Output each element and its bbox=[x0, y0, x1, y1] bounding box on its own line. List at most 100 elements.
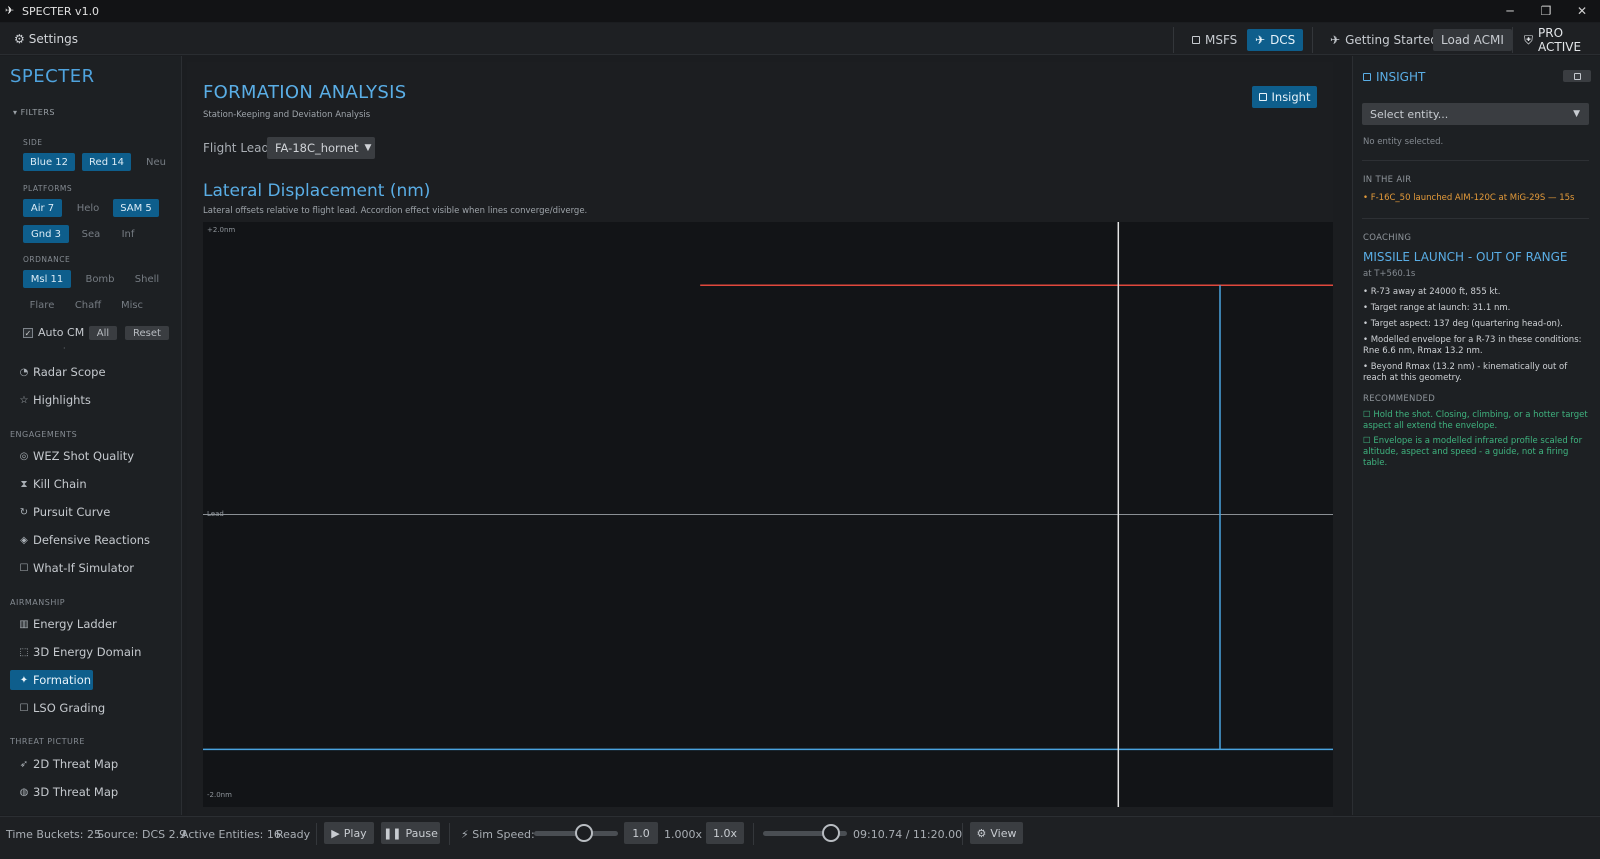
timeline-slider-handle[interactable] bbox=[822, 824, 841, 842]
play-button[interactable]: ▶ Play bbox=[324, 822, 374, 844]
nav-highlights[interactable]: ☆ Highlights bbox=[19, 390, 91, 410]
chip-side-neutral[interactable]: Neu bbox=[137, 153, 175, 171]
y-tick-lead: Lead bbox=[207, 510, 224, 518]
auto-cm-toggle[interactable]: ✓ Auto CM bbox=[23, 326, 84, 339]
sim-speed-text: Sim Speed: bbox=[472, 828, 535, 841]
flight-lead-value: FA-18C_hornet bbox=[275, 141, 359, 155]
sim-speed-slider-handle[interactable] bbox=[575, 824, 594, 842]
nav-label: Formation bbox=[33, 673, 92, 687]
chip-platform-helo[interactable]: Helo bbox=[68, 199, 108, 217]
nav-3d-energy-domain[interactable]: ⬚ 3D Energy Domain bbox=[19, 642, 141, 662]
square-icon: ☐ bbox=[19, 702, 29, 714]
nav-label: Radar Scope bbox=[33, 365, 106, 379]
chip-platform-sam[interactable]: SAM 5 bbox=[113, 199, 159, 217]
coaching-bullet: • Modelled envelope for a R-73 in these … bbox=[1363, 335, 1582, 356]
window-controls: ─ ❐ ✕ bbox=[1492, 0, 1600, 22]
hourglass-icon: ⧗ bbox=[20, 478, 28, 490]
brand-title: SPECTER bbox=[10, 66, 95, 87]
coaching-label: COACHING bbox=[1363, 233, 1412, 243]
nav-wez-shot-quality[interactable]: ◎ WEZ Shot Quality bbox=[19, 446, 134, 466]
speed-preset-button[interactable]: 1.0x bbox=[706, 822, 744, 844]
toolbar-divider bbox=[1512, 27, 1513, 53]
coaching-alert-time: at T+560.1s bbox=[1363, 269, 1416, 279]
select-all-button[interactable]: All bbox=[89, 326, 117, 340]
filters-label: FILTERS bbox=[20, 108, 55, 117]
lightning-icon: ⚡ bbox=[461, 828, 469, 841]
minimize-button[interactable]: ─ bbox=[1492, 0, 1528, 22]
settings-button[interactable]: ⚙ Settings bbox=[14, 32, 78, 46]
status-bar: Time Buckets: 25 Source: DCS 2.9 Active … bbox=[0, 816, 1600, 859]
load-acmi-button[interactable]: Load ACMI bbox=[1433, 29, 1512, 51]
play-icon: ▶ bbox=[331, 826, 340, 840]
chip-platform-inf[interactable]: Inf bbox=[113, 225, 143, 243]
view-button[interactable]: ⚙ View bbox=[970, 822, 1023, 844]
flight-lead-select[interactable]: FA-18C_hornet ▼ bbox=[267, 137, 375, 159]
nav-energy-ladder[interactable]: ▥ Energy Ladder bbox=[19, 614, 117, 634]
getting-started-button[interactable]: ✈ Getting Started bbox=[1322, 29, 1446, 51]
shield-icon: ◈ bbox=[20, 534, 28, 546]
insight-button[interactable]: Insight bbox=[1252, 86, 1317, 108]
status-divider bbox=[753, 823, 754, 845]
nav-radar-scope[interactable]: ◔ Radar Scope bbox=[19, 362, 106, 382]
close-button[interactable]: ✕ bbox=[1564, 0, 1600, 22]
chip-ordnance-missile[interactable]: Msl 11 bbox=[23, 270, 71, 288]
chip-ordnance-chaff[interactable]: Chaff bbox=[68, 296, 108, 314]
view-label: View bbox=[990, 826, 1017, 840]
chip-ordnance-misc[interactable]: Misc bbox=[113, 296, 151, 314]
nav-lso-grading[interactable]: ☐ LSO Grading bbox=[19, 698, 106, 718]
auto-cm-label: Auto CM bbox=[38, 326, 85, 339]
caret-down-icon: ▼ bbox=[1573, 109, 1580, 119]
chip-ordnance-flare[interactable]: Flare bbox=[23, 296, 61, 314]
main-content: FORMATION ANALYSIS Station-Keeping and D… bbox=[183, 56, 1351, 815]
engagements-section-label: ENGAGEMENTS bbox=[10, 430, 78, 439]
cube-icon: ⬚ bbox=[19, 646, 29, 658]
map-pin-icon: ➶ bbox=[19, 758, 29, 770]
lateral-displacement-chart[interactable]: +2.0nm Lead -2.0nm bbox=[203, 222, 1333, 807]
divider bbox=[1362, 218, 1589, 219]
sim-speed-value[interactable]: 1.0 bbox=[624, 822, 658, 844]
source-status: Source: DCS 2.9 bbox=[97, 828, 187, 841]
pro-active-badge[interactable]: ⛨ PRO ACTIVE bbox=[1516, 26, 1600, 54]
insight-panel-toggle[interactable] bbox=[1563, 70, 1591, 82]
nav-kill-chain[interactable]: ⧗ Kill Chain bbox=[19, 474, 87, 494]
in-air-event[interactable]: • F-16C_50 launched AIM-120C at MiG-29S … bbox=[1363, 193, 1593, 204]
loop-icon: ↻ bbox=[19, 506, 29, 518]
chart-canvas bbox=[203, 222, 1333, 807]
divider bbox=[1362, 160, 1589, 161]
insight-panel: INSIGHT Select entity... ▼ No entity sel… bbox=[1352, 56, 1600, 815]
nav-defensive-reactions[interactable]: ◈ Defensive Reactions bbox=[19, 530, 150, 550]
chip-ordnance-bomb[interactable]: Bomb bbox=[78, 270, 122, 288]
nav-3d-threat-map[interactable]: ◍ 3D Threat Map bbox=[19, 782, 119, 802]
insight-panel-title: INSIGHT bbox=[1363, 70, 1425, 84]
nav-label: Kill Chain bbox=[33, 477, 87, 491]
chip-platform-gnd[interactable]: Gnd 3 bbox=[23, 225, 69, 243]
side-label: SIDE bbox=[23, 138, 43, 147]
filters-header[interactable]: ▾ FILTERS bbox=[13, 108, 55, 117]
entity-select[interactable]: Select entity... ▼ bbox=[1362, 103, 1589, 125]
globe-icon: ◍ bbox=[19, 786, 29, 798]
nav-formation[interactable]: ✦ Formation bbox=[10, 670, 93, 690]
pause-label: Pause bbox=[405, 826, 438, 840]
nav-2d-threat-map[interactable]: ➶ 2D Threat Map bbox=[19, 754, 118, 774]
chart-title: Lateral Displacement (nm) bbox=[203, 181, 431, 201]
reset-filters-button[interactable]: Reset bbox=[125, 326, 169, 340]
nav-label: Pursuit Curve bbox=[33, 505, 111, 519]
recommendation-item[interactable]: ☐ Envelope is a modelled infrared profil… bbox=[1363, 436, 1593, 469]
msfs-label: MSFS bbox=[1205, 33, 1238, 47]
chip-ordnance-shell[interactable]: Shell bbox=[128, 270, 166, 288]
chip-side-blue[interactable]: Blue 12 bbox=[23, 153, 75, 171]
dcs-button[interactable]: ✈ DCS bbox=[1247, 29, 1304, 51]
recommendation-item[interactable]: ☐ Hold the shot. Closing, climbing, or a… bbox=[1363, 410, 1593, 432]
nav-what-if-simulator[interactable]: ☐ What-If Simulator bbox=[19, 558, 134, 578]
page-subtitle: Station-Keeping and Deviation Analysis bbox=[203, 110, 371, 120]
chip-side-red[interactable]: Red 14 bbox=[82, 153, 131, 171]
settings-label: Settings bbox=[28, 32, 78, 46]
nav-label: Highlights bbox=[33, 393, 91, 407]
msfs-button[interactable]: MSFS bbox=[1184, 29, 1245, 51]
ordnance-label: ORDNANCE bbox=[23, 255, 71, 264]
nav-pursuit-curve[interactable]: ↻ Pursuit Curve bbox=[19, 502, 111, 522]
maximize-button[interactable]: ❐ bbox=[1528, 0, 1564, 22]
chip-platform-sea[interactable]: Sea bbox=[74, 225, 108, 243]
pause-button[interactable]: ❚❚ Pause bbox=[381, 822, 440, 844]
chip-platform-air[interactable]: Air 7 bbox=[23, 199, 62, 217]
